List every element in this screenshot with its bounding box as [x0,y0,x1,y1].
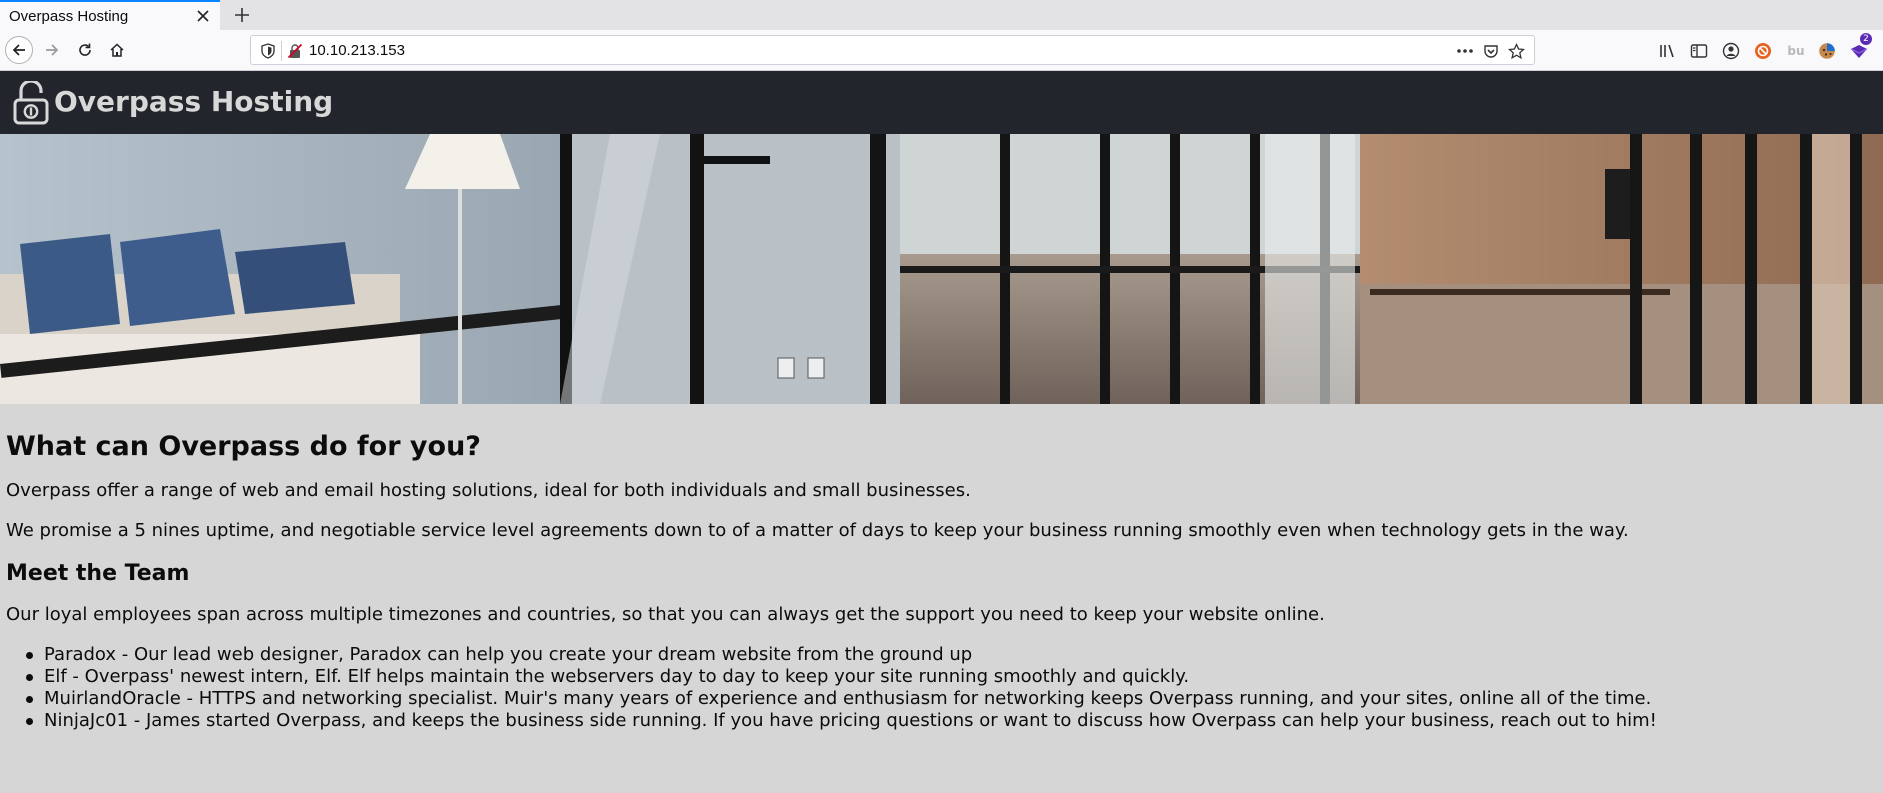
account-icon[interactable] [1720,40,1742,62]
team-member-muirlandoracle: MuirlandOracle - HTTPS and networking sp… [6,688,1876,710]
sidebar-icon[interactable] [1688,40,1710,62]
extension-badge: 2 [1860,33,1872,45]
library-icon[interactable] [1657,40,1679,62]
extension-builtwith-icon[interactable]: bu [1784,40,1808,62]
reload-icon [79,43,91,56]
tab-title: Overpass Hosting [9,7,129,25]
team-intro-paragraph: Our loyal employees span across multiple… [6,604,1325,625]
home-button[interactable] [103,36,131,64]
extension-wappalyzer-icon[interactable]: 2 [1848,33,1872,62]
team-member-ninjajc01: NinjaJc01 - James started Overpass, and … [6,710,1876,732]
bookmark-star-icon[interactable] [1507,42,1525,60]
back-button[interactable] [5,36,33,64]
extension-blocker-icon[interactable] [1752,40,1774,62]
url-text: 10.10.213.153 [309,42,405,59]
home-icon [110,43,124,57]
intro-paragraph-2: We promise a 5 nines uptime, and negotia… [6,520,1629,541]
close-icon[interactable] [194,7,212,25]
intro-paragraph-1: Overpass offer a range of web and email … [6,480,971,501]
tab-strip: Overpass Hosting [0,0,1883,30]
url-bar[interactable]: 10.10.213.153 [250,35,1535,65]
pocket-icon[interactable] [1482,42,1500,60]
arrow-right-icon [46,44,59,56]
main-content: What can Overpass do for you? Overpass o… [6,430,1876,732]
reload-button[interactable] [71,36,99,64]
page-heading: What can Overpass do for you? [6,431,481,462]
site-title: Overpass Hosting [54,85,334,118]
padlock-logo-icon [13,81,49,125]
tracking-protection-icon[interactable] [259,42,277,60]
url-divider [281,41,282,61]
team-member-paradox: Paradox - Our lead web designer, Paradox… [6,644,1876,666]
site-header: Overpass Hosting [0,71,1883,134]
extension-label: bu [1787,44,1805,58]
new-tab-button[interactable] [230,3,254,27]
team-member-elf: Elf - Overpass' newest intern, Elf. Elf … [6,666,1876,688]
hero-banner-image [0,134,1883,404]
plus-icon [235,8,249,22]
page-actions-icon[interactable] [1456,42,1474,60]
team-list: Paradox - Our lead web designer, Paradox… [6,644,1876,732]
navigation-toolbar: 10.10.213.153 bu 2 [0,30,1883,71]
arrow-left-icon [12,44,25,56]
extension-cookie-icon[interactable] [1816,40,1838,62]
forward-button[interactable] [38,36,66,64]
tab-overpass-hosting[interactable]: Overpass Hosting [0,0,220,30]
insecure-lock-icon[interactable] [286,42,304,60]
team-heading: Meet the Team [6,561,190,586]
